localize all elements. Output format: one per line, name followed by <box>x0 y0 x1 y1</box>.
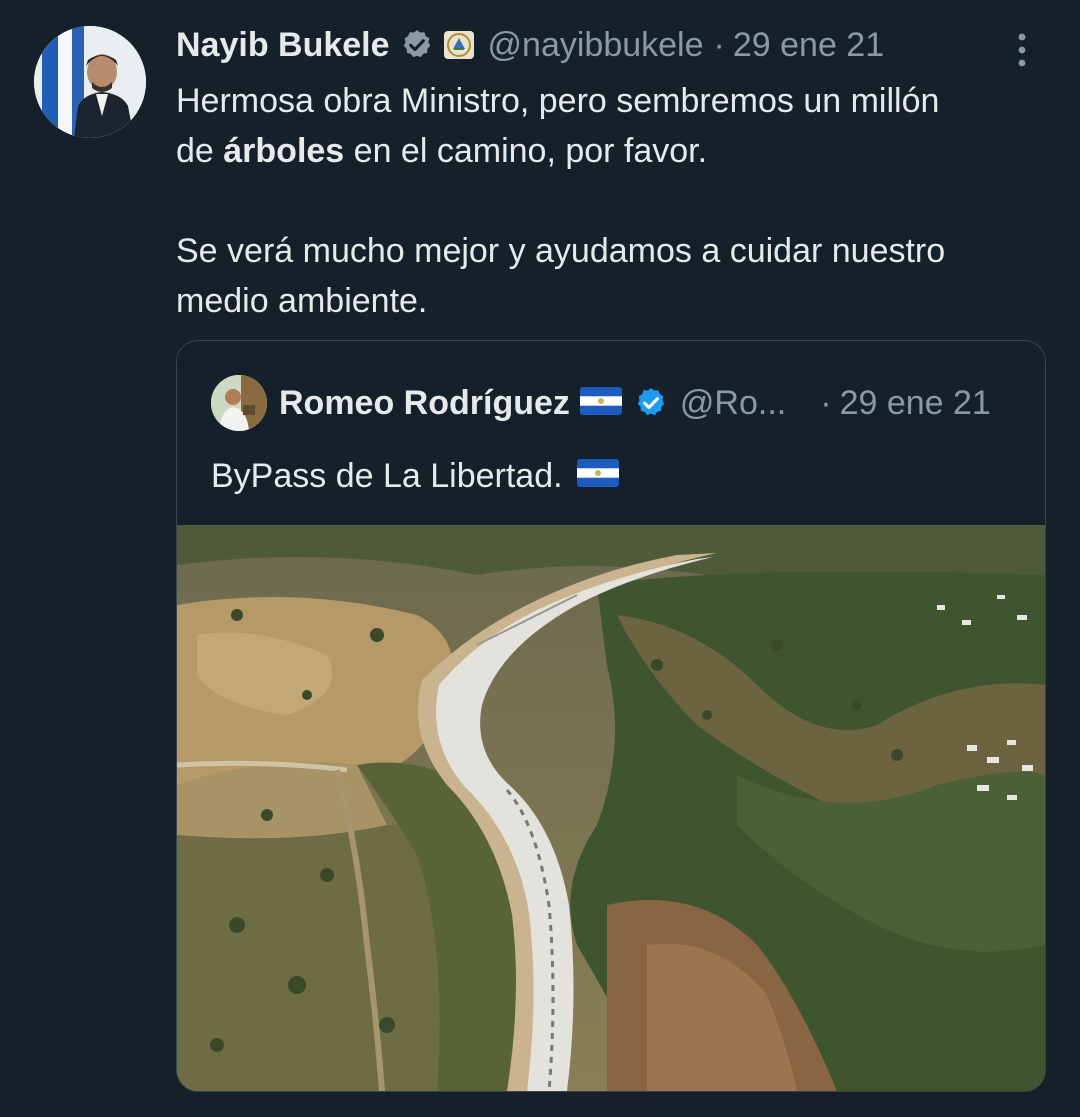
aerial-photo-road[interactable] <box>177 525 1045 1091</box>
separator-dot: · <box>820 383 832 422</box>
quoted-tweet-card[interactable]: Romeo Rodríguez @Ro... · 29 ene 21 ByPas… <box>176 340 1046 1092</box>
separator-dot: · <box>713 25 725 64</box>
government-seal-icon <box>442 28 476 62</box>
quoted-tweet-text: ByPass de La Libertad. <box>211 457 563 495</box>
tweet-date[interactable]: 29 ene 21 <box>733 26 884 65</box>
author-handle[interactable]: @nayibbukele <box>488 26 704 65</box>
el-salvador-flag-icon <box>576 451 619 501</box>
quoted-author-handle: @Ro... <box>679 383 787 422</box>
author-photo <box>34 26 146 138</box>
quoted-tweet-date: 29 ene 21 <box>839 383 991 422</box>
verified-badge-icon <box>634 386 668 420</box>
tweet-text-bold-word: árboles <box>223 132 345 170</box>
tweet-paragraph-1: Hermosa obra Ministro, pero sembremos un… <box>176 76 1056 176</box>
tweet-text-line-1: Hermosa obra Ministro, pero sembremos un… <box>176 82 940 120</box>
tweet-text-line-2a: de <box>176 132 224 170</box>
quoted-tweet-header: Romeo Rodríguez @Ro... · 29 ene 21 <box>279 377 1015 429</box>
tweet-text-line-4: medio ambiente. <box>176 282 428 320</box>
tweet-text: Hermosa obra Ministro, pero sembremos un… <box>176 76 1056 326</box>
tweet-text-line-2b: en el camino, por favor. <box>344 132 708 170</box>
author-name[interactable]: Nayib Bukele <box>176 26 390 65</box>
quoted-tweet-text-row: ByPass de La Libertad. <box>211 451 619 501</box>
more-options-icon <box>1018 33 1026 67</box>
author-avatar[interactable] <box>34 26 146 138</box>
quoted-author-name: Romeo Rodríguez <box>279 383 570 422</box>
quoted-author-avatar[interactable] <box>211 375 267 431</box>
verified-badge-icon <box>400 28 434 62</box>
quoted-author-photo <box>211 375 267 431</box>
tweet-header: Nayib Bukele @nayibbukele · 29 ene 21 <box>176 20 884 70</box>
tweet-text-line-3: Se verá mucho mejor y ayudamos a cuidar … <box>176 232 946 270</box>
tweet-paragraph-2: Se verá mucho mejor y ayudamos a cuidar … <box>176 226 1056 326</box>
el-salvador-flag-icon <box>579 386 622 420</box>
more-options-button[interactable] <box>1002 28 1042 72</box>
